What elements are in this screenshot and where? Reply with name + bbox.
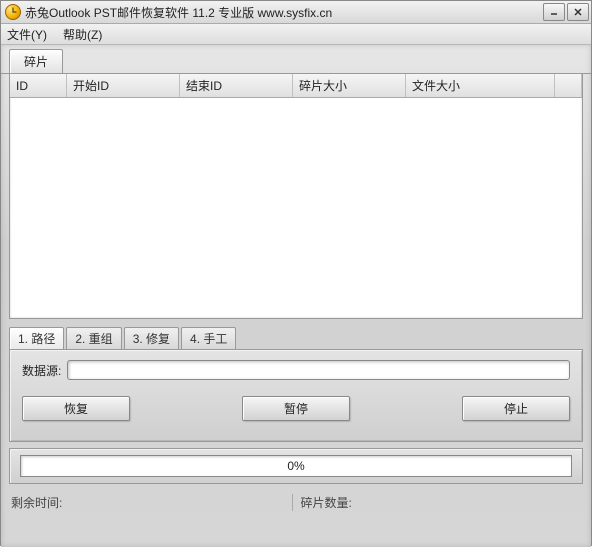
status-remaining: 剩余时间: xyxy=(11,494,292,511)
upper-tab-strip: 碎片 xyxy=(1,45,591,74)
status-remaining-label: 剩余时间: xyxy=(11,496,62,510)
pause-button[interactable]: 暂停 xyxy=(242,396,350,421)
lower-section: 1. 路径 2. 重组 3. 修复 4. 手工 数据源: 恢复 暂停 停止 xyxy=(9,327,583,442)
col-file-size[interactable]: 文件大小 xyxy=(406,74,555,98)
status-frag-count: 碎片数量: xyxy=(292,494,582,511)
tab-fragments[interactable]: 碎片 xyxy=(9,49,63,73)
lower-tab-strip: 1. 路径 2. 重组 3. 修复 4. 手工 xyxy=(9,327,583,349)
client-area: 碎片 ID 开始ID 结束ID 碎片大小 文件大小 xyxy=(1,45,591,547)
tab-repair[interactable]: 3. 修复 xyxy=(124,327,179,349)
progress-text: 0% xyxy=(287,459,304,473)
col-start-id[interactable]: 开始ID xyxy=(67,74,180,98)
stop-button[interactable]: 停止 xyxy=(462,396,570,421)
table-header-row: ID 开始ID 结束ID 碎片大小 文件大小 xyxy=(10,74,582,98)
col-frag-size[interactable]: 碎片大小 xyxy=(293,74,406,98)
tab-path[interactable]: 1. 路径 xyxy=(9,327,64,349)
source-input[interactable] xyxy=(67,360,570,380)
window-title: 赤兔Outlook PST邮件恢复软件 11.2 专业版 www.sysfix.… xyxy=(25,4,543,21)
menubar: 文件(Y) 帮助(Z) xyxy=(1,24,591,45)
app-window: 赤兔Outlook PST邮件恢复软件 11.2 专业版 www.sysfix.… xyxy=(0,0,592,546)
menu-help[interactable]: 帮助(Z) xyxy=(59,24,106,45)
fragment-table: ID 开始ID 结束ID 碎片大小 文件大小 xyxy=(9,74,583,319)
menu-file[interactable]: 文件(Y) xyxy=(3,24,51,45)
app-icon xyxy=(5,4,21,20)
tab-manual[interactable]: 4. 手工 xyxy=(181,327,236,349)
progress-panel: 0% xyxy=(9,448,583,484)
col-spacer xyxy=(555,74,582,98)
status-bar: 剩余时间: 碎片数量: xyxy=(11,494,581,511)
progress-bar: 0% xyxy=(20,455,572,477)
window-controls xyxy=(543,3,589,21)
source-label: 数据源: xyxy=(22,362,61,379)
minimize-button[interactable] xyxy=(543,3,565,21)
close-button[interactable] xyxy=(567,3,589,21)
status-frag-count-label: 碎片数量: xyxy=(301,496,352,510)
recover-button[interactable]: 恢复 xyxy=(22,396,130,421)
tab-regroup[interactable]: 2. 重组 xyxy=(66,327,121,349)
col-end-id[interactable]: 结束ID xyxy=(180,74,293,98)
path-panel: 数据源: 恢复 暂停 停止 xyxy=(9,349,583,442)
col-id[interactable]: ID xyxy=(10,74,67,98)
titlebar: 赤兔Outlook PST邮件恢复软件 11.2 专业版 www.sysfix.… xyxy=(1,1,591,24)
